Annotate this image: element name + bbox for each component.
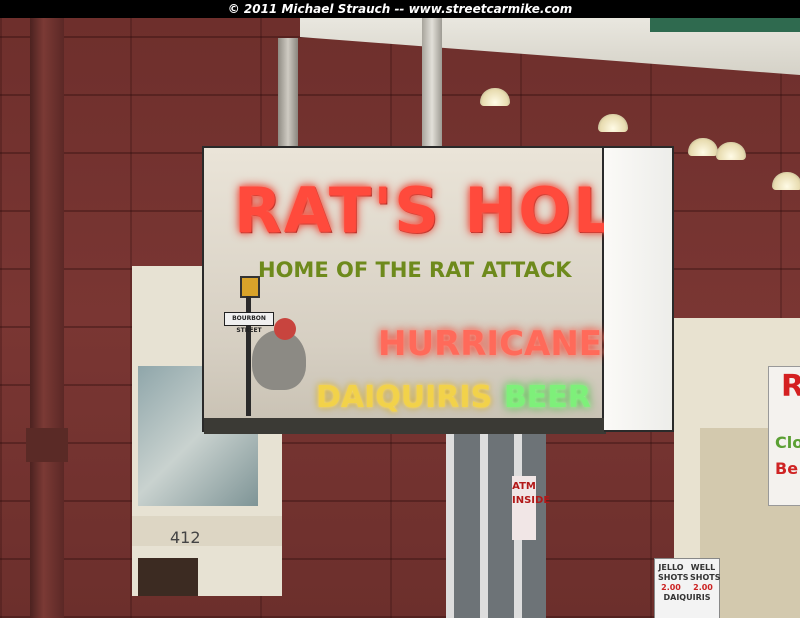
ceiling-light <box>772 172 800 190</box>
atm-sign: ATM INSIDE <box>512 476 550 540</box>
rat-mascot-icon <box>244 316 314 396</box>
menu-left-label: JELLO SHOTS <box>658 563 689 582</box>
window-frame <box>132 516 282 546</box>
sign-subtitle: HOME OF THE RAT ATTACK <box>258 258 572 282</box>
drain-pipe <box>30 18 64 618</box>
copyright-caption: © 2011 Michael Strauch -- www.streetcarm… <box>0 0 800 18</box>
sign-side-panel <box>604 146 674 432</box>
drain-pipe-joint <box>26 428 68 462</box>
street-photo: 412 ATM INSIDE R Clo Be JELLO SHOTS 2.00… <box>0 18 800 618</box>
right-sign-letter: R <box>781 369 800 404</box>
support-post <box>422 18 442 148</box>
neon-daiquiris: DAIQUIRIS <box>316 380 493 415</box>
photo-scene: © 2011 Michael Strauch -- www.streetcarm… <box>0 0 800 618</box>
balcony-railing <box>650 18 800 32</box>
sign-title: RAT'S HOLE <box>234 174 659 247</box>
sign-face: BOURBON STREET RAT'S HOLE HOME OF THE RA… <box>202 146 657 434</box>
rats-hole-sign: BOURBON STREET RAT'S HOLE HOME OF THE RA… <box>202 146 674 434</box>
menu-left-price: 2.00 <box>661 583 681 592</box>
menu-bottom-label: DAIQUIRIS <box>663 593 711 602</box>
neon-beer: BEER <box>504 380 591 415</box>
window-lower-opening <box>138 558 198 596</box>
menu-right-price: 2.00 <box>693 583 713 592</box>
right-sign-line1: Clo <box>775 433 800 452</box>
neon-hurricanes: HURRICANES <box>378 324 627 364</box>
lamp-icon <box>240 276 260 298</box>
menu-right-label: WELL SHOTS <box>690 563 721 582</box>
right-sign-line2: Be <box>775 459 799 478</box>
sign-base <box>204 418 606 434</box>
shots-menu-sign: JELLO SHOTS 2.00 WELL SHOTS 2.00 DAIQUIR… <box>654 558 720 618</box>
address-number: 412 <box>170 528 201 547</box>
support-post-left <box>278 38 298 158</box>
right-edge-sign: R Clo Be <box>768 366 800 506</box>
